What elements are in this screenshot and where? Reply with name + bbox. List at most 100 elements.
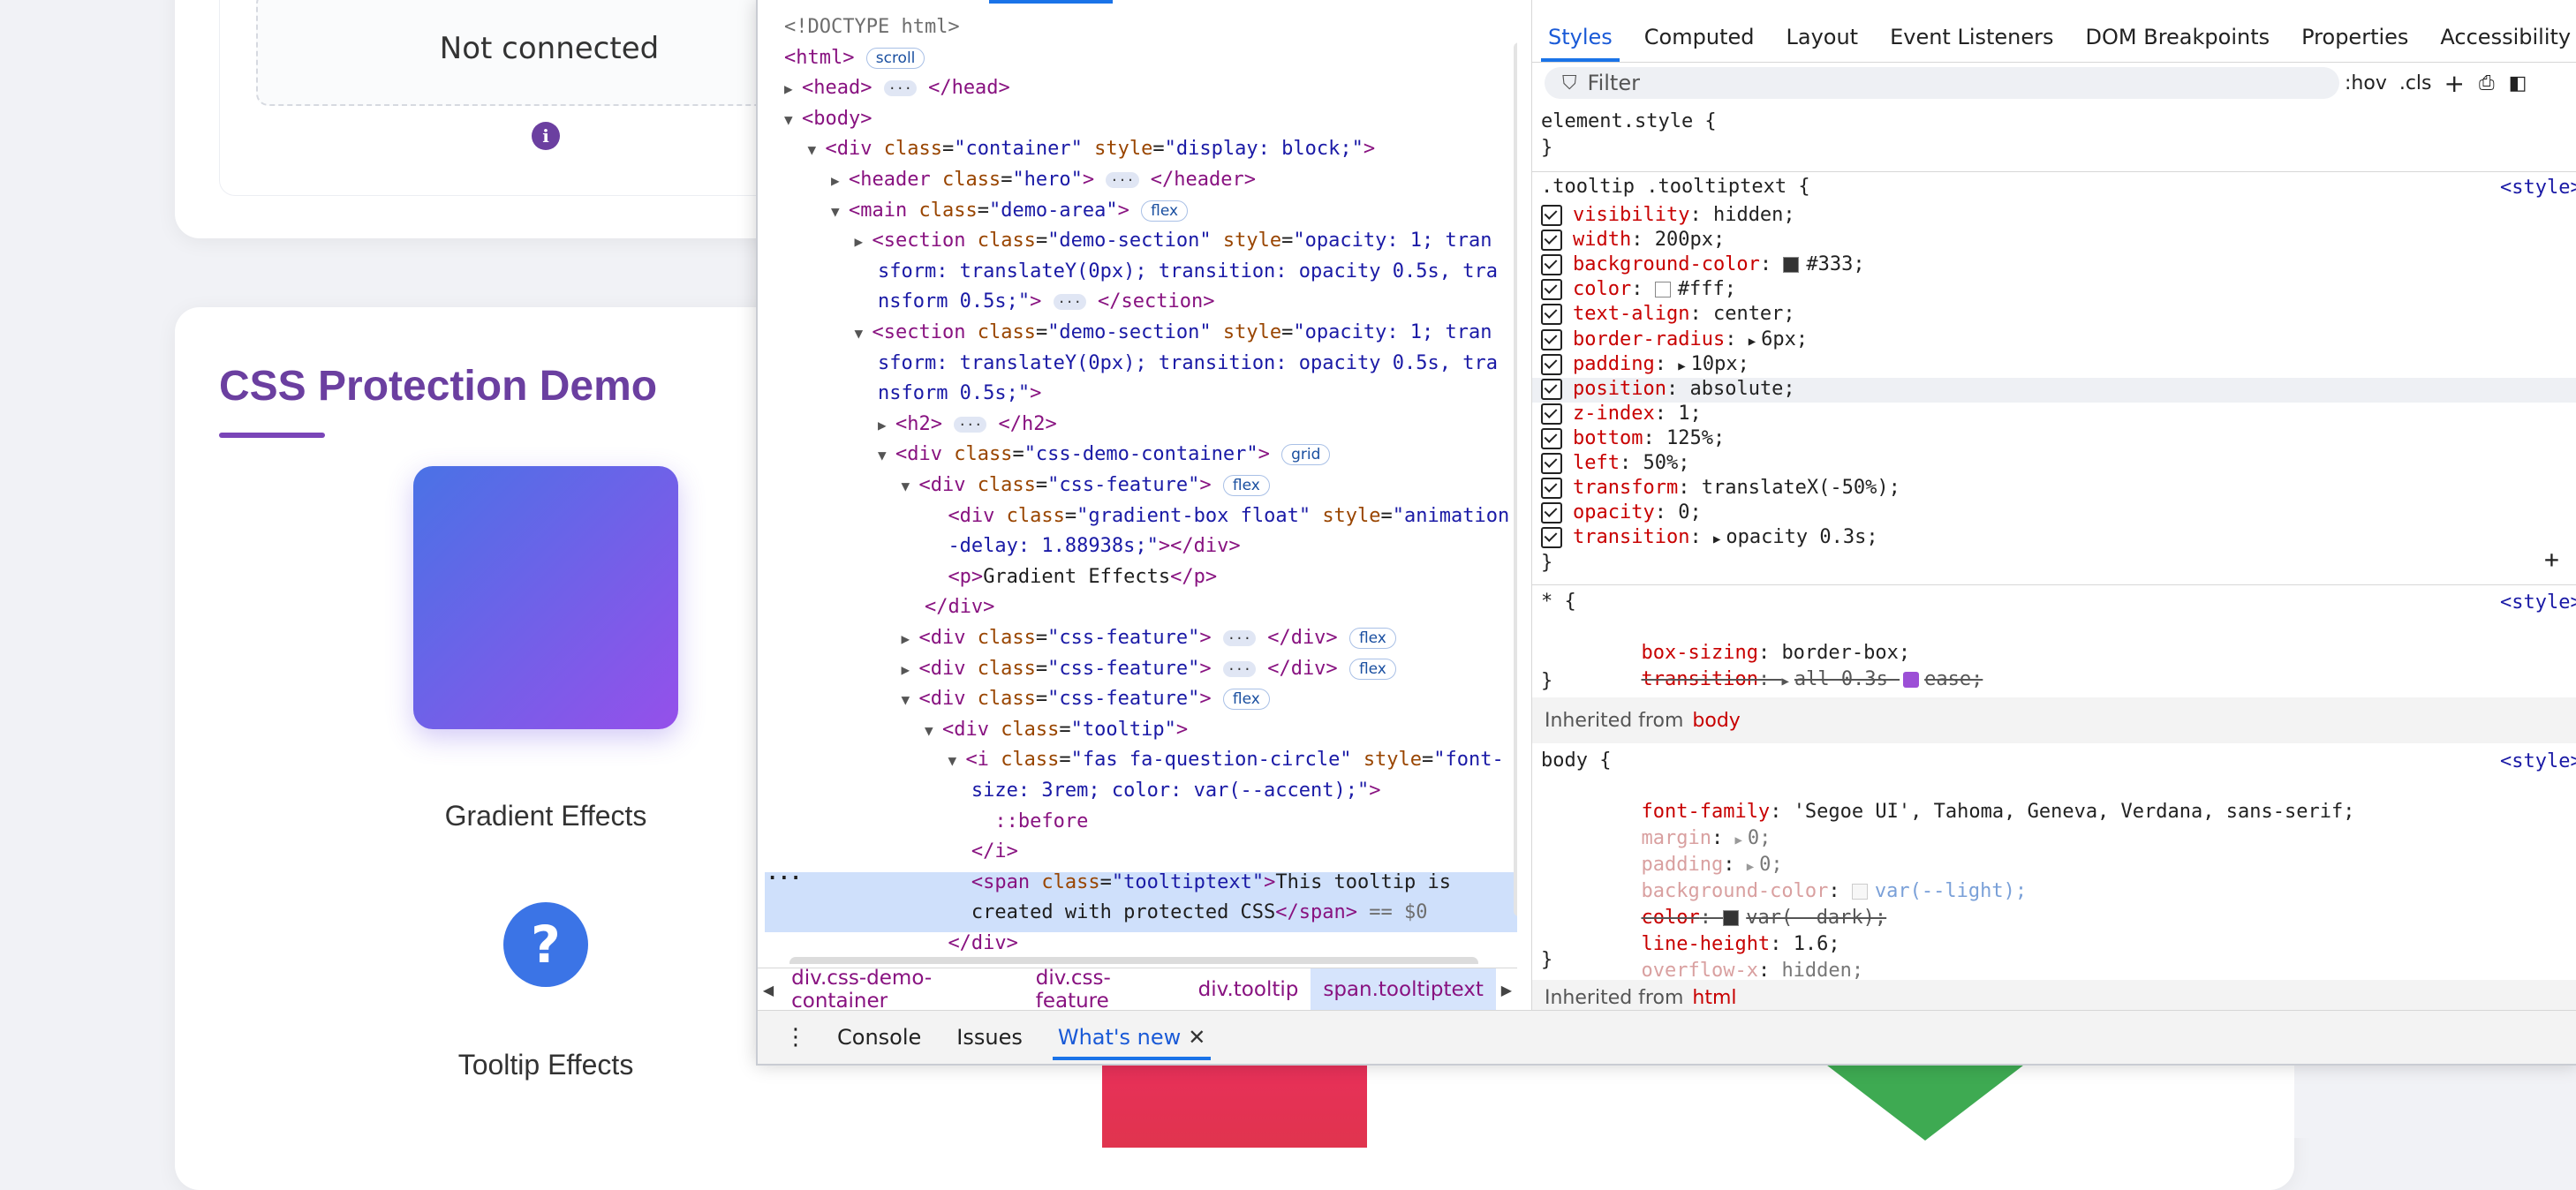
body-rule-selector[interactable]: body { (1541, 749, 1611, 773)
tab-whats-new[interactable]: What's new ✕ (1040, 1011, 1224, 1064)
elements-tree[interactable]: <!DOCTYPE html> <html> scroll ▶ <head> ··· … (758, 11, 1517, 964)
property-checkbox[interactable] (1541, 230, 1562, 252)
dom-node-line[interactable]: ▼ <i class="fas fa-question-circle" style… (784, 745, 1503, 776)
node-actions-icon[interactable]: ··· (767, 864, 802, 894)
property-background-color[interactable]: background-color: #333; (1541, 252, 1865, 277)
property-checkbox[interactable] (1541, 403, 1562, 425)
dom-node-line[interactable]: ▼ <div class="css-feature"> flex (784, 471, 1270, 501)
tab-accessibility[interactable]: Accessibility (2424, 16, 2576, 60)
dom-node-line[interactable]: ▼ <main class="demo-area"> flex (784, 196, 1189, 227)
cls-toggle[interactable]: .cls (2399, 72, 2432, 94)
styles-filter-input[interactable]: ⛉ Filter (1545, 67, 2339, 99)
dom-node-line[interactable]: ▼ <section class="demo-section" style="op… (784, 318, 1492, 349)
property-visibility[interactable]: visibility: hidden; (1541, 203, 1795, 228)
dom-node-line[interactable]: nsform 0.5s;"> (784, 379, 1041, 409)
property-z-index[interactable]: z-index: 1; (1541, 402, 1702, 426)
universal-rule-selector[interactable]: * { (1541, 590, 1576, 614)
property-bottom[interactable]: bottom: 125%; (1541, 426, 1725, 451)
tab-properties[interactable]: Properties (2285, 16, 2424, 60)
property-opacity[interactable]: opacity: 0; (1541, 501, 1702, 525)
dom-node-line[interactable]: ::before (784, 807, 1088, 837)
tab-dom-breakpoints[interactable]: DOM Breakpoints (2070, 16, 2286, 60)
info-icon[interactable]: i (532, 122, 560, 150)
new-rule-icon[interactable]: + (2444, 69, 2465, 98)
dom-node-line[interactable]: </i> (784, 837, 1018, 867)
tooltip-rule-selector[interactable]: .tooltip .tooltiptext { (1541, 175, 1810, 200)
expand-icon[interactable]: ▶ (1678, 354, 1685, 379)
more-menu-icon[interactable]: ⋮ (758, 1024, 820, 1051)
property-color[interactable]: color: #fff; (1541, 277, 1736, 302)
element-style-selector[interactable]: element.style { (1541, 109, 1717, 134)
rule-source-link[interactable]: <style> (2500, 177, 2576, 199)
dom-node-selected[interactable]: <span class="tooltiptext">This tooltip i… (784, 868, 1451, 898)
dom-node-line[interactable]: nsform 0.5s;"> ··· </section> (784, 287, 1214, 317)
dom-node-line[interactable]: ▼ <div class="container" style="display: … (784, 134, 1376, 165)
tab-styles[interactable]: Styles (1532, 16, 1628, 62)
tab-layout[interactable]: Layout (1770, 16, 1874, 60)
property-checkbox[interactable] (1541, 353, 1562, 375)
dom-node-selected[interactable]: created with protected CSS</span> == $0 (784, 898, 1428, 928)
tab-event-listeners[interactable]: Event Listeners (1874, 16, 2069, 60)
elements-vertical-scrollbar[interactable] (1514, 42, 1517, 916)
rule-source-link[interactable]: <style> (2500, 591, 2576, 614)
tab-issues[interactable]: Issues (939, 1011, 1040, 1064)
breadcrumb-item[interactable]: div.css-demo-container (779, 967, 1024, 1013)
breadcrumb-item-selected[interactable]: span.tooltiptext (1311, 968, 1496, 1011)
dom-node-line[interactable]: ▼ <div class="css-demo-container"> grid (784, 440, 1331, 471)
easing-editor-icon[interactable] (1903, 672, 1920, 688)
property-checkbox[interactable] (1541, 427, 1562, 449)
dom-node-line[interactable]: ▼ <div class="tooltip"> (784, 715, 1188, 746)
dom-node-line[interactable]: ▶ <head> ··· </head> (784, 73, 1010, 104)
dom-node-line[interactable]: ▶ <div class="css-feature"> ··· </div> fl… (784, 623, 1396, 654)
property-checkbox[interactable] (1541, 478, 1562, 500)
dom-node-line[interactable]: </div> (784, 929, 1017, 959)
elements-horizontal-scrollbar[interactable] (789, 957, 1478, 964)
expand-icon[interactable]: ▶ (1749, 329, 1756, 354)
dom-node-line[interactable]: <!DOCTYPE html> (784, 12, 960, 42)
property-padding[interactable]: padding: ▶ 10px; (1541, 352, 1749, 379)
tab-console[interactable]: Console (820, 1011, 939, 1064)
dom-node-line[interactable]: <p>Gradient Effects</p> (784, 562, 1217, 592)
dom-node-line[interactable]: </div> (784, 592, 994, 622)
color-swatch[interactable] (1783, 257, 1800, 274)
property-checkbox[interactable] (1541, 254, 1562, 276)
property-checkbox[interactable] (1541, 328, 1562, 350)
dom-node-line[interactable]: ▶ <header class="hero"> ··· </header> (784, 165, 1256, 196)
property-width[interactable]: width: 200px; (1541, 228, 1725, 252)
toggle-sidebar-icon[interactable]: ◧ (2509, 72, 2527, 94)
dom-node-line[interactable]: ▼ <body> (784, 104, 872, 135)
property-checkbox[interactable] (1541, 453, 1562, 474)
property-text-align[interactable]: text-align: center; (1541, 302, 1795, 327)
hov-toggle[interactable]: :hov (2345, 72, 2387, 94)
dom-node-line[interactable]: -delay: 1.88938s;"></div> (784, 531, 1240, 561)
dom-node-line[interactable]: ▶ <h2> ··· </h2> (784, 410, 1057, 441)
property-transition[interactable]: transition: ▶ opacity 0.3s; (1541, 525, 1878, 552)
breadcrumb-right-arrow-icon[interactable]: ▶ (1496, 982, 1517, 998)
property-transform[interactable]: transform: translateX(-50%); (1541, 476, 1900, 501)
dom-node-line[interactable]: <div class="gradient-box float" style="a… (784, 501, 1509, 531)
dom-node-line[interactable]: ▼ <div class="css-feature"> flex (784, 684, 1270, 715)
property-checkbox[interactable] (1541, 279, 1562, 301)
expand-icon[interactable]: ▶ (1713, 527, 1720, 552)
close-icon[interactable]: ✕ (1188, 1025, 1205, 1050)
property-checkbox[interactable] (1541, 502, 1562, 524)
dom-node-line[interactable]: sform: translateY(0px); transition: opac… (784, 257, 1498, 287)
add-property-icon[interactable]: + (2544, 547, 2559, 572)
dom-node-line[interactable]: <html> scroll (784, 43, 925, 73)
breadcrumb-item[interactable]: div.css-feature (1024, 967, 1186, 1013)
property-checkbox[interactable] (1541, 527, 1562, 549)
dom-node-line[interactable]: ▶ <div class="css-feature"> ··· </div> fl… (784, 654, 1396, 685)
breadcrumb-item[interactable]: div.tooltip (1186, 968, 1311, 1011)
dom-node-line[interactable]: size: 3rem; color: var(--accent);"> (784, 776, 1381, 806)
dom-node-line[interactable]: ▶ <section class="demo-section" style="op… (784, 226, 1492, 257)
paint-icon[interactable]: ⎙ (2479, 72, 2495, 94)
color-swatch[interactable] (1654, 282, 1671, 298)
question-circle-icon[interactable]: ? (503, 902, 588, 987)
property-border-radius[interactable]: border-radius: ▶ 6px; (1541, 328, 1808, 354)
tab-computed[interactable]: Computed (1628, 16, 1771, 60)
rule-source-link[interactable]: <style> (2500, 750, 2576, 772)
property-checkbox[interactable] (1541, 378, 1562, 400)
property-checkbox[interactable] (1541, 304, 1562, 326)
breadcrumb-left-arrow-icon[interactable]: ◀ (758, 982, 779, 998)
property-position[interactable]: position: absolute; (1541, 377, 1795, 402)
